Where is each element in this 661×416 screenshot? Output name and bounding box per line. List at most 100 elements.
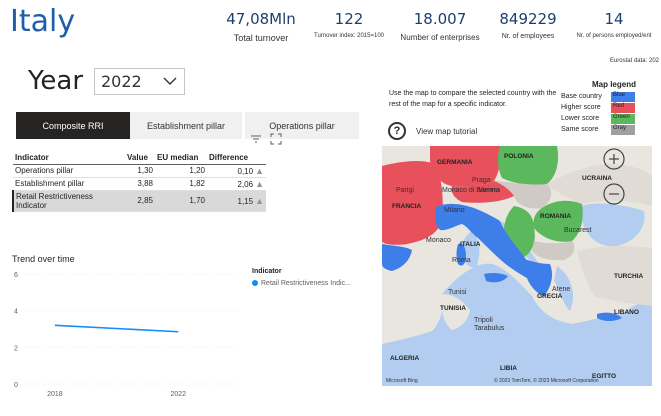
cell-difference: 0,10 ▲	[207, 164, 266, 177]
kpi-value: 849229	[499, 10, 557, 28]
help-question-icon[interactable]: ?	[388, 122, 406, 140]
kpi-label: Total turnover	[233, 33, 289, 43]
year-label: Year	[28, 66, 84, 96]
legend-label: Base country	[561, 93, 602, 100]
column-header-difference[interactable]: Difference	[207, 152, 266, 164]
legend-row-lower: Lower score Green	[561, 113, 647, 124]
tab-composite-rri[interactable]: Composite RRI	[16, 112, 130, 139]
map-bing-logo: Microsoft Bing	[386, 378, 418, 384]
cell-value: 2,85	[137, 196, 153, 205]
series-line-retail-restrictiveness[interactable]	[54, 324, 179, 333]
kpi-enterprises: 18.007 Number of enterprises	[392, 10, 488, 42]
cell-eu-median: 1,82	[189, 179, 205, 188]
kpi-value: 18.007	[413, 10, 467, 28]
trend-legend-item[interactable]: Retail Restrictiveness Indic...	[252, 280, 351, 287]
map-view[interactable]: GERMANIA POLONIA Praga Parigi UCRAINA Mo…	[382, 146, 652, 386]
map-label-parigi: Parigi	[396, 187, 414, 194]
kpi-label: Nr. of persons employed/ent	[576, 33, 652, 39]
legend-swatch-blue: Blue	[611, 91, 635, 102]
map-label-francia: FRANCIA	[392, 203, 422, 210]
map-label-libano: LIBANO	[614, 309, 639, 316]
map-label-grecia: GRECIA	[537, 293, 563, 300]
map-label-atene: Atene	[552, 286, 570, 293]
map-label-turchia: TURCHIA	[614, 273, 644, 280]
tab-establishment-pillar[interactable]: Establishment pillar	[130, 112, 242, 139]
map-copyright: © 2023 TomTom, © 2023 Microsoft Corporat…	[494, 377, 599, 384]
map-label-roma: Roma	[452, 257, 471, 264]
kpi-total-turnover: 47,08Mln Total turnover	[222, 10, 300, 43]
map-help-text: Use the map to compare the selected coun…	[389, 90, 557, 108]
map-label-vienna: Vienna	[478, 187, 500, 194]
column-header-indicator[interactable]: Indicator	[13, 152, 125, 164]
cell-eu-median: 1,20	[189, 166, 205, 175]
map-label-polonia: POLONIA	[504, 153, 534, 160]
arrow-up-icon: ▲	[255, 195, 264, 206]
cell-difference: 2,06 ▲	[207, 177, 266, 190]
map-label-germania: GERMANIA	[437, 159, 473, 166]
x-tick-label: 2022	[170, 391, 186, 398]
column-header-eu-median[interactable]: EU median	[155, 152, 207, 164]
kpi-label: Nr. of employees	[501, 33, 555, 40]
country-title: Italy	[10, 4, 76, 39]
focus-mode-icon[interactable]	[270, 133, 282, 145]
kpi-value: 122	[334, 10, 364, 28]
trend-legend-label: Retail Restrictiveness Indic...	[261, 280, 351, 287]
year-dropdown[interactable]: 2022	[94, 68, 185, 95]
cell-value: 3,88	[137, 179, 153, 188]
legend-swatch-red: Red	[611, 102, 635, 113]
legend-row-higher: Higher score Red	[561, 102, 647, 113]
map-legend: Map legend Base country Blue Higher scor…	[561, 80, 647, 135]
series-color-dot	[252, 280, 258, 287]
legend-row-base: Base country Blue	[561, 91, 647, 102]
map-label-ucraina: UCRAINA	[582, 175, 612, 182]
map-label-libia: LIBIA	[500, 365, 517, 372]
y-tick-label: 6	[14, 272, 18, 279]
legend-row-same: Same score Gray	[561, 124, 647, 135]
chevron-down-icon	[163, 77, 177, 85]
arrow-up-icon: ▲	[255, 178, 264, 189]
legend-label: Higher score	[561, 104, 601, 111]
filter-icon[interactable]	[250, 133, 262, 145]
y-tick-label: 2	[14, 345, 18, 352]
cell-indicator: Operations pillar	[15, 166, 74, 175]
tab-operations-pillar[interactable]: Operations pillar	[245, 112, 359, 139]
kpi-persons-per-ent: 14 Nr. of persons employed/ent	[570, 10, 658, 39]
difference-value: 1,15	[237, 196, 254, 206]
x-tick-label: 2018	[47, 391, 63, 398]
map-label-tripoli: Tripoli	[474, 317, 493, 324]
table-row[interactable]: Operations pillar 1,30 1,20 0,10 ▲	[13, 164, 266, 177]
difference-value: 2,06	[237, 179, 254, 189]
table-row[interactable]: Establishment pillar 3,88 1,82 2,06 ▲	[13, 177, 266, 190]
difference-value: 0,10	[237, 166, 254, 176]
map-label-bucarest: Bucarest	[564, 227, 592, 234]
kpi-label: Number of enterprises	[400, 33, 480, 42]
map-canvas: GERMANIA POLONIA Praga Parigi UCRAINA Mo…	[382, 146, 652, 386]
y-tick-label: 0	[14, 382, 18, 389]
kpi-value: 47,08Mln	[226, 10, 296, 28]
kpi-employees: 849229 Nr. of employees	[490, 10, 566, 40]
legend-swatch-green: Green	[611, 113, 635, 124]
map-tutorial-link[interactable]: View map tutorial	[416, 127, 477, 136]
map-country-poland	[497, 146, 559, 185]
kpi-label: Turnover index: 2015=100	[314, 33, 384, 39]
map-label-monaco: Monaco	[426, 237, 451, 244]
legend-swatch-gray: Gray	[611, 124, 635, 135]
legend-label: Lower score	[561, 115, 600, 122]
map-label-praga: Praga	[472, 177, 491, 184]
cell-value: 1,30	[137, 166, 153, 175]
map-label-algeria: ALGERIA	[390, 355, 420, 362]
map-label-italia: ITALIA	[460, 241, 481, 248]
column-header-value[interactable]: Value	[125, 152, 155, 164]
cell-indicator: Establishment pillar	[15, 179, 85, 188]
map-legend-title: Map legend	[591, 80, 636, 89]
map-label-tunisia: TUNISIA	[440, 305, 466, 312]
map-label-tarabulus: Tarabulus	[474, 325, 505, 332]
kpi-turnover-index: 122 Turnover index: 2015=100	[308, 10, 390, 39]
table-row-selected[interactable]: Retail Restrictiveness Indicator 2,85 1,…	[12, 190, 266, 211]
arrow-up-icon: ▲	[255, 165, 264, 176]
trend-legend-title: Indicator	[252, 268, 282, 275]
map-label-tunisi: Tunisi	[448, 289, 467, 296]
y-tick-label: 4	[14, 309, 18, 316]
trend-chart-title: Trend over time	[12, 254, 75, 264]
year-value: 2022	[101, 72, 142, 91]
